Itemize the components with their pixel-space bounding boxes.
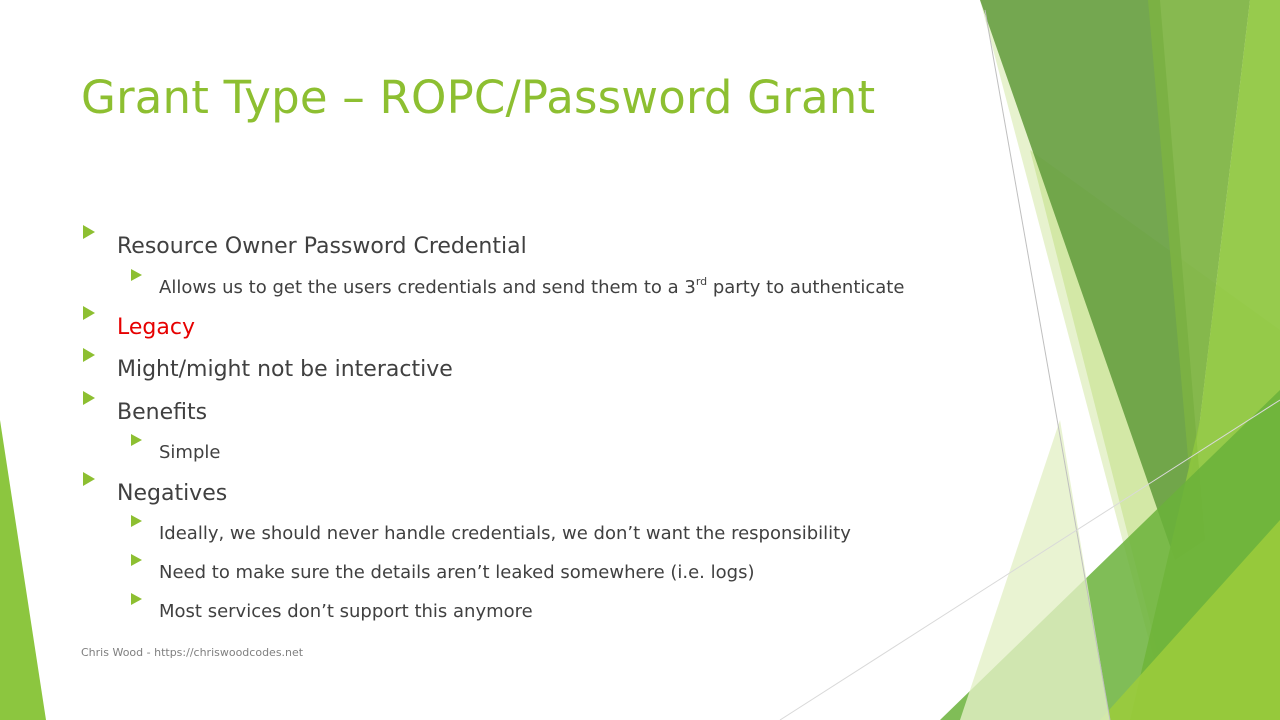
sub-bullet-text: Simple (159, 442, 221, 463)
bullet-text: Might/might not be interactive (117, 357, 453, 382)
bullet-arrow-icon (131, 269, 142, 281)
footer-text: Chris Wood - https://chriswoodcodes.net (81, 646, 304, 659)
slide-title: Grant Type – ROPC/Password Grant (81, 71, 876, 124)
bullet-arrow-icon (131, 593, 142, 605)
text-after: party to authenticate (707, 277, 905, 298)
bullet-arrow-icon (131, 515, 142, 527)
slide: Grant Type – ROPC/Password Grant Resourc… (0, 0, 1280, 720)
sub-bullet-text: Most services don’t support this anymore (159, 601, 533, 622)
sub-bullet-text: Allows us to get the users credentials a… (159, 275, 904, 301)
bullet-arrow-icon (83, 391, 95, 405)
bullet-text: Benefits (117, 400, 208, 425)
sub-bullet-text: Ideally, we should never handle credenti… (159, 523, 851, 544)
bottom-pale-triangle (960, 420, 1110, 720)
bullet-text-highlighted: Legacy (117, 315, 195, 340)
text-before: Allows us to get the users credentials a… (159, 277, 696, 298)
bullet-arrow-icon (83, 306, 95, 320)
superscript: rd (695, 275, 708, 288)
bullet-arrow-icon (83, 225, 95, 239)
bullet-text: Resource Owner Password Credential (117, 234, 527, 259)
bullet-arrow-icon (83, 472, 95, 486)
bullet-arrow-icon (131, 554, 142, 566)
sub-bullet-text: Need to make sure the details aren’t lea… (159, 562, 755, 583)
bullet-text: Negatives (117, 481, 228, 506)
bullet-arrow-icon (83, 348, 95, 362)
bullet-arrow-icon (131, 434, 142, 446)
left-green-shape (0, 420, 46, 720)
